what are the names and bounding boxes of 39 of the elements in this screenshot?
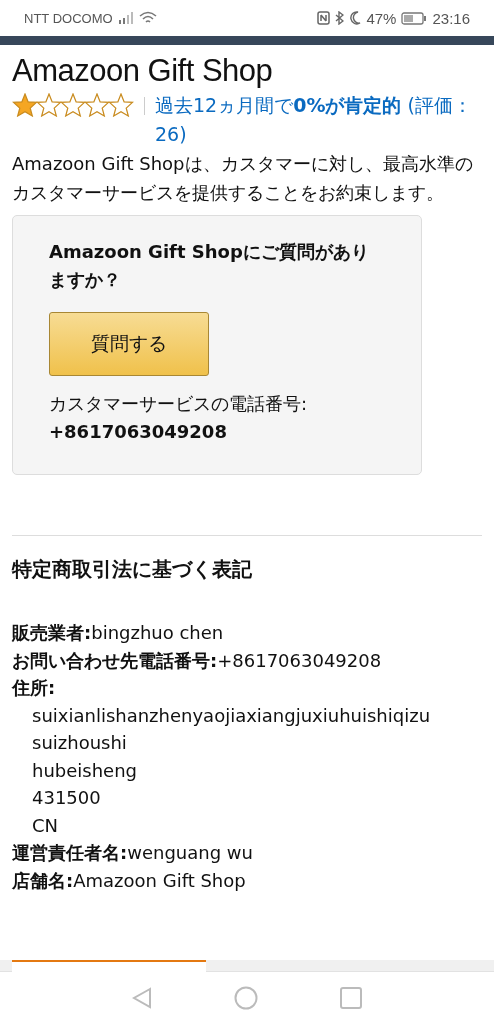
address-line: CN	[31, 813, 60, 838]
signal-icon	[117, 12, 134, 24]
bluetooth-icon	[335, 11, 345, 25]
rating-link[interactable]: 過去12ヵ月間で0%が肯定的 (評価：26)	[155, 91, 482, 149]
field-value: wenguang wu	[127, 842, 253, 863]
back-icon[interactable]	[132, 987, 152, 1009]
store-title: Amazoon Gift Shop	[12, 53, 274, 89]
star-icon	[36, 93, 62, 117]
carrier-name: NTT DOCOMO	[24, 10, 113, 26]
battery-icon	[401, 11, 428, 25]
address-line: suixianlishanzhenyaojiaxiangjuxiuhuishiqizu	[31, 703, 432, 728]
field-label: お問い合わせ先電話番号:	[12, 649, 218, 671]
address-line: hubeisheng	[31, 758, 138, 783]
question-heading: Amazoon Gift Shopにご質問がありますか？	[49, 240, 370, 292]
field-label: 店舗名:	[12, 869, 74, 891]
recents-icon[interactable]	[340, 987, 362, 1009]
phone-label: カスタマーサービスの電話番号:	[49, 392, 309, 416]
battery-percent: 47%	[366, 9, 397, 27]
address-line: suizhoushi	[31, 731, 128, 755]
star-icon	[108, 93, 134, 117]
home-icon[interactable]	[234, 986, 258, 1010]
clock-time: 23:16	[432, 9, 470, 27]
field-value: +8617063049208	[217, 649, 382, 671]
star-icon	[12, 93, 38, 117]
ask-question-button[interactable]: 質問する	[49, 312, 209, 376]
store-description: Amazoon Gift Shopは、カスタマーに対し、最高水準のカスタマーサービスを提供することをお約束します。	[12, 152, 474, 205]
star-icon	[84, 93, 110, 117]
field-value: bingzhuo chen	[91, 622, 224, 643]
field-value: Amazoon Gift Shop	[73, 869, 246, 891]
section-heading: 特定商取引法に基づく表記	[12, 556, 253, 583]
nfc-icon	[317, 11, 331, 25]
wifi-icon	[138, 11, 157, 25]
moon-icon	[349, 11, 362, 25]
phone-number: +8617063049208	[49, 420, 228, 444]
field-label: 住所:	[12, 677, 56, 698]
address-line: 431500	[31, 786, 102, 810]
star-icon	[60, 93, 86, 117]
field-label: 販売業者:	[12, 622, 92, 643]
field-label: 運営責任者名:	[12, 842, 128, 863]
